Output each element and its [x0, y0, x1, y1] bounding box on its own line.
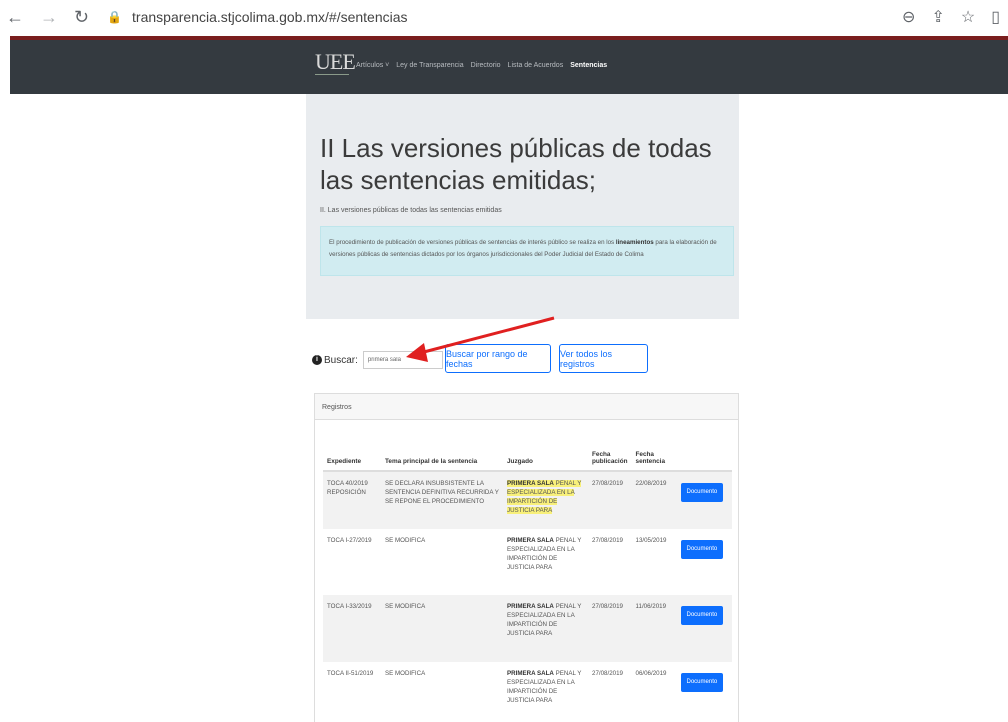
card-header: Registros — [315, 394, 738, 420]
sidebar-icon[interactable]: ▯ — [991, 7, 1000, 27]
cell-fecha-publicacion: 27/08/2019 — [588, 471, 632, 529]
cell-expediente: TOCA 40/2019 REPOSICIÓN — [323, 471, 381, 529]
info-text-pre: El procedimiento de publicación de versi… — [329, 239, 616, 246]
site-logo[interactable]: UEE — [315, 49, 356, 83]
juzgado-bold: PRIMERA SALA — [507, 603, 554, 610]
cell-tema: SE MODIFICA — [385, 537, 426, 544]
browser-toolbar: ← → ↻ 🔒 transparencia.stjcolima.gob.mx/#… — [0, 0, 1008, 34]
menu-item-articulos[interactable]: Artículos ˅ — [356, 62, 389, 69]
cell-fecha-publicacion: 27/08/2019 — [592, 670, 623, 677]
table-row: TOCA II-51/2019 SE MODIFICA PRIMERA SALA… — [323, 662, 732, 722]
info-icon[interactable]: i — [312, 355, 322, 365]
zoom-icon[interactable]: ⊖ — [902, 7, 915, 27]
page-title: II Las versiones públicas de todas las s… — [320, 133, 712, 195]
cell-fecha-publicacion: 27/08/2019 — [588, 595, 632, 662]
document-button[interactable]: Documento — [680, 540, 724, 559]
page-lead: II. Las versiones públicas de todas las … — [320, 207, 502, 214]
col-juzgado[interactable]: Juzgado — [503, 432, 588, 472]
share-icon[interactable]: ⇪ — [931, 7, 944, 27]
cell-fecha-publicacion: 27/08/2019 — [592, 537, 623, 544]
cell-documento: Documento — [676, 595, 732, 662]
col-expediente[interactable]: Expediente — [323, 432, 381, 472]
cell-fecha-sentencia: 06/06/2019 — [635, 670, 667, 677]
col-tema[interactable]: Tema principal de la sentencia — [381, 432, 503, 472]
document-button[interactable]: Documento — [680, 606, 724, 625]
menu-item-directorio[interactable]: Directorio — [471, 62, 501, 69]
site-menu: Artículos ˅ Ley de Transparencia Directo… — [356, 62, 607, 69]
cell-tema: SE DECLARA INSUBSISTENTE LA SENTENCIA DE… — [381, 471, 503, 529]
records-table: Expediente Tema principal de la sentenci… — [323, 432, 732, 722]
cell-fecha-sentencia: 13/05/2019 — [635, 537, 667, 544]
cell-documento: Documento — [677, 529, 732, 595]
hero-section: II Las versiones públicas de todas las s… — [306, 94, 739, 319]
back-icon[interactable]: ← — [6, 7, 24, 28]
juzgado-bold: PRIMERA SALA — [507, 537, 554, 544]
cell-fecha-sentencia: 11/06/2019 — [631, 595, 677, 662]
view-all-records-button[interactable]: Ver todos los registros — [559, 344, 648, 373]
cell-expediente: TOCA I-33/2019 — [323, 595, 381, 662]
document-button[interactable]: Documento — [680, 673, 724, 692]
cell-juzgado: PRIMERA SALA PENAL Y ESPECIALIZADA EN LA… — [503, 595, 588, 662]
document-button[interactable]: Documento — [680, 483, 724, 502]
menu-item-sentencias[interactable]: Sentencias — [570, 62, 607, 69]
menu-item-lista-acuerdos[interactable]: Lista de Acuerdos — [508, 62, 564, 69]
site-navbar: UEE Artículos ˅ Ley de Transparencia Dir… — [10, 40, 1008, 94]
cell-juzgado: PRIMERA SALA PENAL Y ESPECIALIZADA EN LA… — [503, 662, 588, 722]
cell-documento: Documento — [676, 471, 732, 529]
cell-juzgado: PRIMERA SALA PENAL Y ESPECIALIZADA EN LA… — [503, 529, 588, 595]
table-row: TOCA 40/2019 REPOSICIÓN SE DECLARA INSUB… — [323, 471, 732, 529]
col-documento — [676, 432, 732, 472]
cell-fecha-sentencia: 22/08/2019 — [631, 471, 677, 529]
cell-expediente: TOCA II-51/2019 — [327, 670, 374, 677]
lock-icon: 🔒 — [107, 10, 123, 24]
cell-tema: SE MODIFICA — [385, 670, 426, 677]
url-text: transparencia.stjcolima.gob.mx/#/sentenc… — [132, 9, 408, 25]
browser-nav: ← → ↻ — [6, 7, 89, 28]
records-card: Registros Expediente Tema principal de l… — [314, 393, 739, 722]
date-range-search-button[interactable]: Buscar por rango de fechas — [445, 344, 551, 373]
lineamientos-link[interactable]: lineamientos — [616, 239, 654, 246]
forward-icon[interactable]: → — [40, 7, 58, 28]
search-bar: i Buscar: — [312, 351, 443, 369]
table-row: TOCA I-27/2019 SE MODIFICA PRIMERA SALA … — [323, 529, 732, 595]
col-fecha-sentencia[interactable]: Fecha sentencia — [631, 432, 677, 472]
col-fecha-publicacion[interactable]: Fecha publicación — [588, 432, 632, 472]
cell-documento: Documento — [677, 662, 732, 722]
browser-actions: ⊖ ⇪ ☆ ▯ — [902, 7, 1000, 27]
juzgado-bold: PRIMERA SALA — [507, 480, 554, 487]
table-row: TOCA I-33/2019 SE MODIFICA PRIMERA SALA … — [323, 595, 732, 662]
cell-juzgado: PRIMERA SALA PENAL Y ESPECIALIZADA EN LA… — [503, 471, 588, 529]
menu-item-ley-transparencia[interactable]: Ley de Transparencia — [396, 62, 463, 69]
star-icon[interactable]: ☆ — [961, 7, 975, 27]
juzgado-bold: PRIMERA SALA — [507, 670, 554, 677]
table-header-row: Expediente Tema principal de la sentenci… — [323, 432, 732, 472]
search-label: Buscar: — [324, 354, 358, 366]
logo-subtitle-icon — [315, 74, 349, 83]
info-alert: El procedimiento de publicación de versi… — [320, 226, 734, 276]
cell-expediente: TOCA I-27/2019 — [327, 537, 372, 544]
reload-icon[interactable]: ↻ — [74, 7, 89, 28]
search-input[interactable] — [362, 351, 443, 369]
logo-text: UEE — [315, 49, 356, 74]
cell-tema: SE MODIFICA — [381, 595, 503, 662]
address-bar[interactable]: 🔒 transparencia.stjcolima.gob.mx/#/sente… — [107, 9, 407, 25]
